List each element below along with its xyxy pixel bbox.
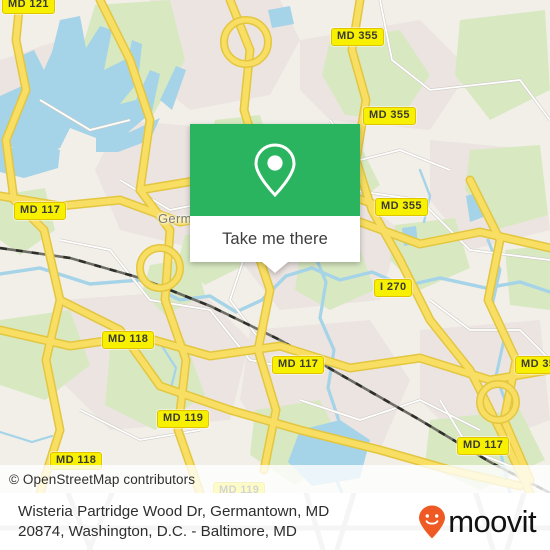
- address-text: Wisteria Partridge Wood Dr, Germantown, …: [18, 502, 329, 542]
- take-me-there-button[interactable]: Take me there: [190, 216, 360, 262]
- road-shield[interactable]: MD 117: [457, 437, 510, 455]
- road-shield[interactable]: MD 355: [331, 28, 384, 46]
- road-shield[interactable]: I 270: [374, 279, 413, 297]
- map-pin-icon: [254, 143, 296, 198]
- road-shield[interactable]: MD 355: [363, 107, 416, 125]
- road-shield[interactable]: MD 355: [375, 198, 428, 216]
- moovit-logo[interactable]: moovit: [417, 504, 537, 540]
- road-shield[interactable]: MD 119: [157, 410, 210, 428]
- footer-bar: Wisteria Partridge Wood Dr, Germantown, …: [0, 493, 550, 550]
- road-shield[interactable]: MD 117: [14, 202, 67, 220]
- road-shield[interactable]: MD 355: [515, 356, 550, 374]
- callout-tail: [262, 262, 288, 273]
- callout-icon-panel: [190, 124, 360, 216]
- location-callout-card[interactable]: Take me there: [190, 124, 360, 273]
- map-attribution-text: © OpenStreetMap contributors: [9, 471, 196, 487]
- address-line-2: 20874, Washington, D.C. - Baltimore, MD: [18, 522, 297, 540]
- road-shield[interactable]: MD 118: [102, 331, 155, 349]
- map-attribution: © OpenStreetMap contributors: [0, 465, 550, 493]
- address-line-1: Wisteria Partridge Wood Dr, Germantown, …: [18, 502, 330, 520]
- moovit-wordmark: moovit: [448, 504, 536, 539]
- map-share-card: Germantown MD 121 MD 355 MD 355 MD 117 M…: [0, 0, 550, 550]
- map-canvas[interactable]: Germantown MD 121 MD 355 MD 355 MD 117 M…: [0, 0, 550, 493]
- road-shield[interactable]: MD 121: [2, 0, 55, 14]
- moovit-smiley-pin-icon: [419, 505, 446, 538]
- road-shield[interactable]: MD 117: [272, 356, 325, 374]
